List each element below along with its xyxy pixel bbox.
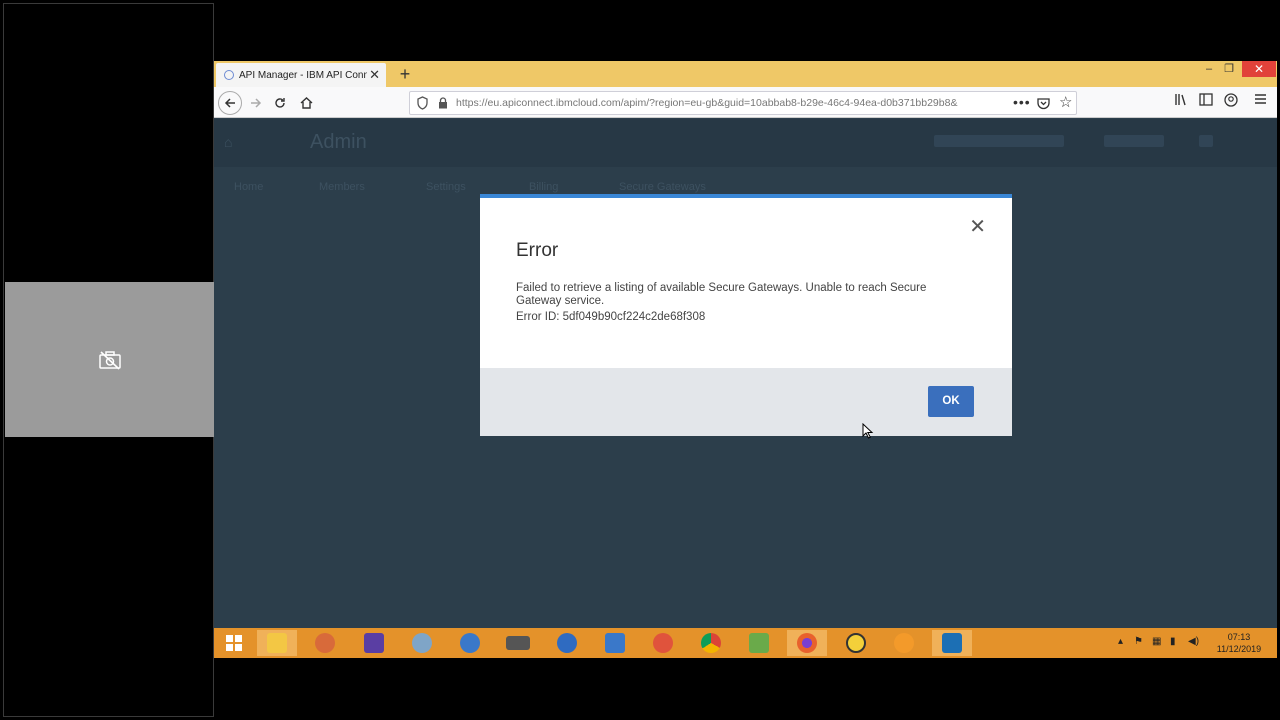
dialog-title: Error bbox=[516, 240, 559, 261]
page-home-icon[interactable]: ⌂ bbox=[224, 134, 238, 150]
screen: API Manager - IBM API Connect ✕ + – ❐ ✕ bbox=[0, 0, 1280, 720]
volume-icon[interactable]: ◀) bbox=[1188, 636, 1199, 647]
media-icon bbox=[506, 636, 530, 650]
camera-off-icon bbox=[98, 350, 121, 370]
close-icon[interactable]: ✕ bbox=[969, 214, 986, 239]
reload-icon bbox=[275, 98, 285, 108]
account-icon[interactable] bbox=[1224, 93, 1238, 110]
taskbar-chrome[interactable] bbox=[691, 630, 731, 656]
camera-off-tile bbox=[5, 282, 214, 437]
header-placeholder bbox=[934, 135, 1064, 147]
error-message: Failed to retrieve a listing of availabl… bbox=[516, 282, 927, 307]
dialog-footer: OK bbox=[480, 368, 1012, 436]
forward-arrow-icon bbox=[251, 98, 262, 108]
address-bar[interactable]: https://eu.apiconnect.ibmcloud.com/apim/… bbox=[409, 91, 1077, 115]
page-header: ⌂ Admin bbox=[214, 119, 1277, 167]
windows-logo-icon bbox=[226, 635, 242, 651]
browser-window: API Manager - IBM API Connect ✕ + – ❐ ✕ bbox=[214, 61, 1277, 658]
file-explorer-icon bbox=[267, 633, 287, 653]
signal-icon[interactable]: ▮ bbox=[1170, 636, 1176, 647]
paint-3d-icon bbox=[412, 633, 432, 653]
firefox-icon bbox=[797, 633, 817, 653]
hamburger-menu-icon[interactable] bbox=[1254, 93, 1267, 108]
taskbar-file-explorer[interactable] bbox=[257, 630, 297, 656]
page-tab-secure-gateways[interactable]: Secure Gateways bbox=[619, 181, 706, 193]
tray-expand-icon[interactable]: ▴ bbox=[1118, 636, 1123, 647]
library-icon[interactable] bbox=[1174, 93, 1188, 109]
settings-gear-icon bbox=[364, 633, 384, 653]
webcam-panel bbox=[3, 3, 214, 717]
action-center-flag-icon[interactable]: ⚑ bbox=[1134, 636, 1143, 647]
chrome-icon bbox=[701, 633, 721, 653]
forward-button[interactable] bbox=[244, 91, 268, 115]
ibm-favicon-icon bbox=[224, 70, 234, 80]
window-app-icon bbox=[605, 633, 625, 653]
network-globe-icon bbox=[557, 633, 577, 653]
home-button[interactable] bbox=[294, 91, 318, 115]
bookmark-star-icon[interactable]: ☆ bbox=[1059, 93, 1072, 111]
navigation-bar: https://eu.apiconnect.ibmcloud.com/apim/… bbox=[214, 87, 1277, 118]
page-tab-billing[interactable]: Billing bbox=[529, 181, 558, 193]
page-actions-menu-icon[interactable]: ••• bbox=[1013, 94, 1031, 110]
back-button[interactable] bbox=[218, 91, 242, 115]
error-dialog: ✕ Error Failed to retrieve a listing of … bbox=[480, 194, 1012, 436]
taskbar-paint-3d[interactable] bbox=[402, 630, 442, 656]
tab-title: API Manager - IBM API Connect bbox=[239, 69, 367, 81]
taskbar-window-app[interactable] bbox=[595, 630, 635, 656]
globe-icon bbox=[460, 633, 480, 653]
taskbar-network-globe[interactable] bbox=[547, 630, 587, 656]
git-icon bbox=[653, 633, 673, 653]
tab-close-icon[interactable]: ✕ bbox=[369, 67, 380, 83]
clock-time: 07:13 bbox=[1227, 632, 1251, 642]
windows-taskbar: ▴ ⚑ ▦ ▮ ◀) 07:13 11/12/2019 bbox=[214, 628, 1277, 658]
url-text[interactable]: https://eu.apiconnect.ibmcloud.com/apim/… bbox=[456, 97, 986, 109]
photos-icon bbox=[942, 633, 962, 653]
mouse-cursor-icon bbox=[862, 423, 874, 439]
ok-button[interactable]: OK bbox=[928, 386, 974, 417]
minimize-button[interactable]: – bbox=[1202, 61, 1216, 77]
app-circle-icon bbox=[846, 633, 866, 653]
clock-date: 11/12/2019 bbox=[1216, 644, 1262, 654]
tracking-protection-shield-icon[interactable] bbox=[417, 96, 428, 110]
system-clock[interactable]: 07:13 11/12/2019 bbox=[1212, 631, 1266, 655]
paint-icon bbox=[315, 633, 335, 653]
page-tab-members[interactable]: Members bbox=[319, 181, 365, 193]
reload-button[interactable] bbox=[268, 91, 292, 115]
lock-icon[interactable] bbox=[438, 97, 448, 109]
new-tab-button[interactable]: + bbox=[394, 63, 416, 85]
taskbar-globe[interactable] bbox=[450, 630, 490, 656]
tab-strip: API Manager - IBM API Connect ✕ + – ❐ ✕ bbox=[214, 61, 1277, 87]
taskbar-settings[interactable] bbox=[354, 630, 394, 656]
taskbar-git[interactable] bbox=[643, 630, 683, 656]
header-placeholder bbox=[1104, 135, 1164, 147]
back-arrow-icon bbox=[224, 98, 235, 108]
pocket-icon[interactable] bbox=[1037, 97, 1050, 110]
maximize-button[interactable]: ❐ bbox=[1222, 61, 1236, 77]
page-tab-settings[interactable]: Settings bbox=[426, 181, 466, 193]
taskbar-paint[interactable] bbox=[305, 630, 345, 656]
close-window-button[interactable]: ✕ bbox=[1242, 61, 1276, 77]
notepad-plus-icon bbox=[749, 633, 769, 653]
taskbar-app-circle[interactable] bbox=[836, 630, 876, 656]
start-button[interactable] bbox=[214, 630, 254, 656]
page-tab-home[interactable]: Home bbox=[234, 181, 263, 193]
header-placeholder bbox=[1199, 135, 1213, 147]
error-id: Error ID: 5df049b90cf224c2de68f308 bbox=[516, 311, 706, 323]
page-title: Admin bbox=[310, 131, 367, 153]
taskbar-notepad-plus[interactable] bbox=[739, 630, 779, 656]
network-icon[interactable]: ▦ bbox=[1152, 636, 1161, 647]
home-icon bbox=[300, 97, 312, 109]
taskbar-snowflake-app[interactable] bbox=[884, 630, 924, 656]
snowflake-app-icon bbox=[894, 633, 914, 653]
taskbar-photos[interactable] bbox=[932, 630, 972, 656]
taskbar-firefox[interactable] bbox=[787, 630, 827, 656]
taskbar-media[interactable] bbox=[498, 630, 538, 656]
sidebar-icon[interactable] bbox=[1199, 93, 1213, 109]
browser-tab[interactable]: API Manager - IBM API Connect ✕ bbox=[216, 63, 386, 87]
